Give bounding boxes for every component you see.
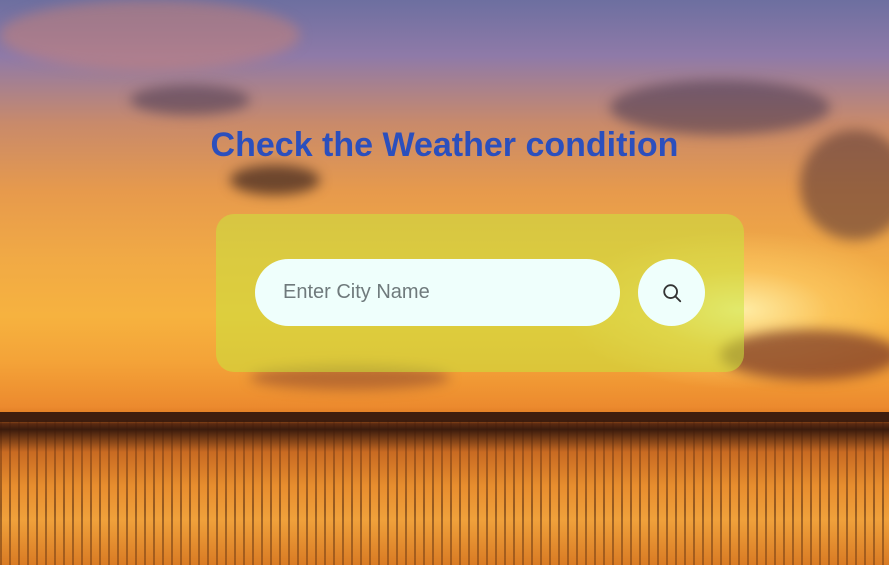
city-search-input[interactable] bbox=[255, 259, 620, 326]
cloud bbox=[0, 0, 300, 70]
sunset-background: Check the Weather condition bbox=[0, 0, 889, 565]
water-stakes bbox=[0, 420, 889, 565]
search-icon bbox=[662, 283, 681, 302]
cloud bbox=[720, 330, 889, 380]
search-card bbox=[216, 214, 744, 372]
cloud bbox=[130, 85, 250, 115]
search-button[interactable] bbox=[638, 259, 705, 326]
cloud bbox=[230, 165, 320, 195]
page-title: Check the Weather condition bbox=[210, 126, 679, 164]
